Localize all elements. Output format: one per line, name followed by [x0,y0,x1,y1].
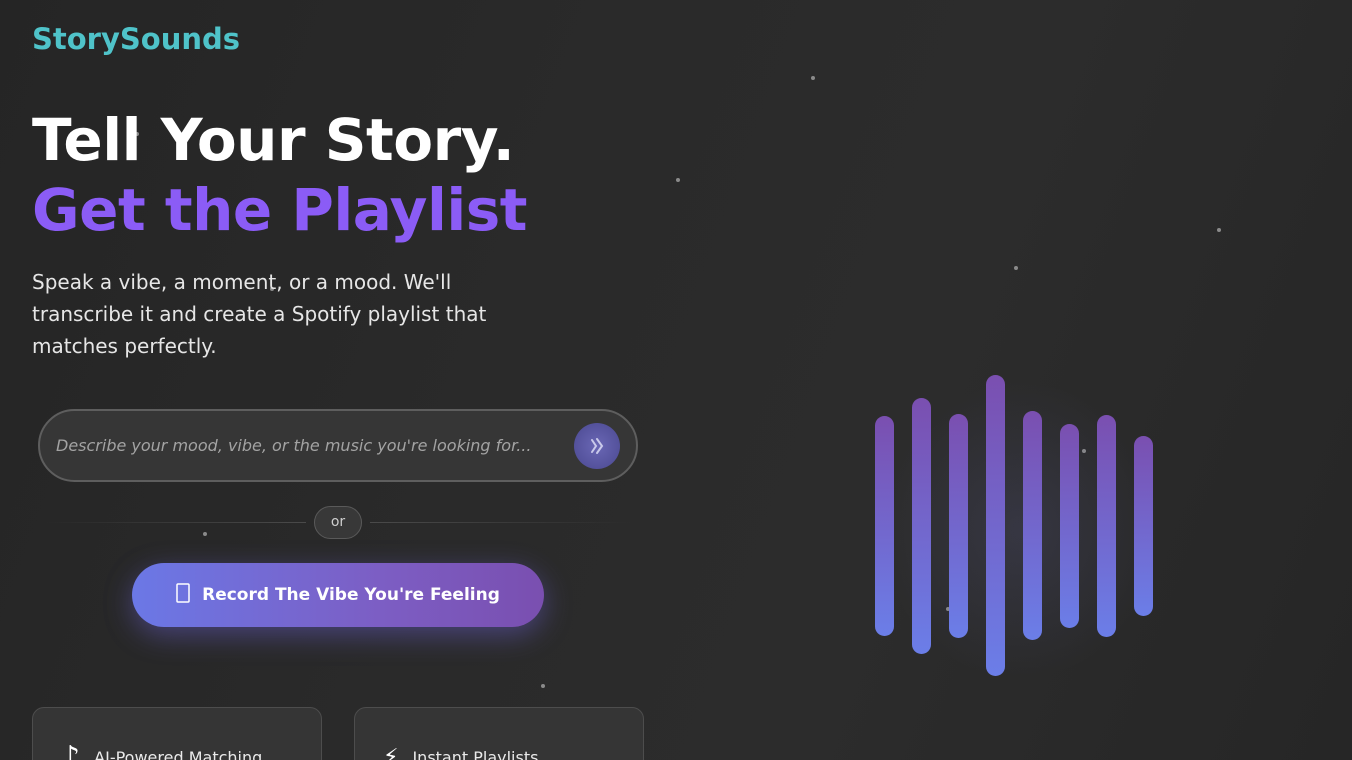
record-vibe-button[interactable]: Record The Vibe You're Feeling [132,563,544,627]
waveform-bar [1023,411,1042,640]
music-note-icon: ♪ [61,739,81,760]
star-dot [541,684,545,688]
waveform-bar [1134,436,1153,616]
feature-label: Instant Playlists [412,747,539,760]
headline-secondary: Get the Playlist [32,176,527,244]
record-button-label: Record The Vibe You're Feeling [202,585,500,605]
search-box [38,409,638,482]
voice-input-button[interactable] [574,422,620,469]
divider-or-label: or [314,506,362,539]
waveform-bar [875,416,894,636]
feature-card-ai-matching: ♪ AI-Powered Matching [32,707,322,760]
divider-left [44,522,306,523]
hero-subtitle: Speak a vibe, a moment, or a mood. We'll… [32,270,487,358]
mood-search-input[interactable] [56,436,574,455]
divider-right [370,522,632,523]
waveform-bar [1097,415,1116,637]
star-dot [203,532,207,536]
headline-primary: Tell Your Story. [32,106,515,174]
microphone-icon [176,582,190,608]
star-dot [676,178,680,182]
waveform-bar [1060,424,1079,628]
star-dot [1217,228,1221,232]
waveform-bar [912,398,931,654]
feature-card-instant-playlists: ⚡ Instant Playlists [354,707,644,760]
star-dot [811,76,815,80]
voice-wave-icon [591,437,604,454]
brand-logo[interactable]: StorySounds [32,22,240,56]
feature-label: AI-Powered Matching [94,747,263,760]
lightning-icon: ⚡ [383,744,399,760]
waveform-bar [949,414,968,638]
star-dot [1014,266,1018,270]
waveform-bar [986,375,1005,676]
